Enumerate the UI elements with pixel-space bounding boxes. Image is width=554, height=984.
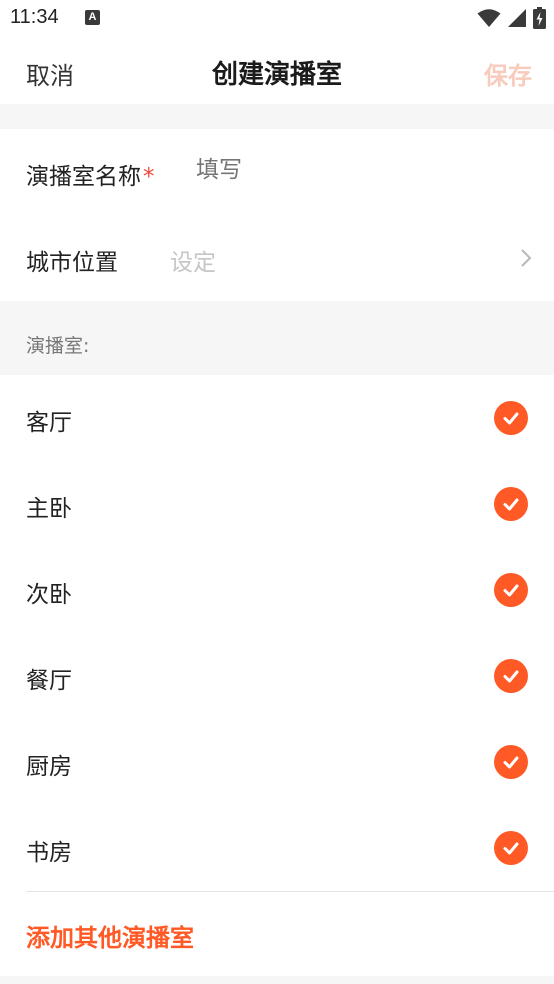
signal-icon: [508, 9, 526, 27]
rooms-section-title: 演播室:: [26, 335, 90, 357]
check-icon[interactable]: [494, 487, 528, 521]
room-label: 书房: [26, 840, 72, 866]
check-icon[interactable]: [494, 659, 528, 693]
check-icon[interactable]: [494, 745, 528, 779]
room-list: 客厅 主卧 次卧 餐厅 厨房 书房: [0, 375, 554, 891]
required-mark: *: [143, 164, 155, 190]
city-location-label: 城市位置: [26, 250, 118, 276]
notification-a-icon: A: [85, 10, 100, 25]
battery-icon: [533, 7, 546, 29]
room-label: 餐厅: [26, 668, 72, 694]
wifi-icon: [477, 9, 501, 27]
check-icon[interactable]: [494, 831, 528, 865]
page-title: 创建演播室: [211, 60, 342, 90]
room-label: 客厅: [26, 410, 72, 436]
status-icons: [477, 6, 546, 30]
check-icon[interactable]: [494, 401, 528, 435]
city-location-row[interactable]: 城市位置 设定: [0, 215, 554, 301]
room-item-study[interactable]: 书房: [0, 805, 554, 891]
chevron-right-icon: [521, 249, 532, 267]
status-time: 11:34: [10, 6, 59, 28]
studio-name-row: 演播室名称*: [0, 129, 554, 215]
studio-name-input[interactable]: [196, 157, 496, 183]
room-item-dining-room[interactable]: 餐厅: [0, 633, 554, 719]
bottom-band: [0, 976, 554, 984]
add-other-room-button[interactable]: 添加其他演播室: [26, 918, 194, 953]
studio-name-label-text: 演播室名称: [26, 164, 141, 190]
room-label: 次卧: [26, 582, 72, 608]
room-item-living-room[interactable]: 客厅: [0, 375, 554, 461]
nav-bar: 取消 创建演播室 保存: [0, 38, 554, 104]
studio-name-label: 演播室名称*: [26, 157, 155, 191]
room-item-master-bedroom[interactable]: 主卧: [0, 461, 554, 547]
room-item-kitchen[interactable]: 厨房: [0, 719, 554, 805]
section-gap: [0, 104, 554, 129]
city-location-value: 设定: [170, 250, 216, 276]
room-item-second-bedroom[interactable]: 次卧: [0, 547, 554, 633]
room-label: 厨房: [26, 754, 72, 780]
divider: [26, 891, 554, 892]
save-button[interactable]: 保存: [484, 56, 532, 91]
room-label: 主卧: [26, 496, 72, 522]
rooms-section-header: 演播室:: [0, 301, 554, 375]
status-bar: 11:34 A: [0, 0, 554, 38]
check-icon[interactable]: [494, 573, 528, 607]
